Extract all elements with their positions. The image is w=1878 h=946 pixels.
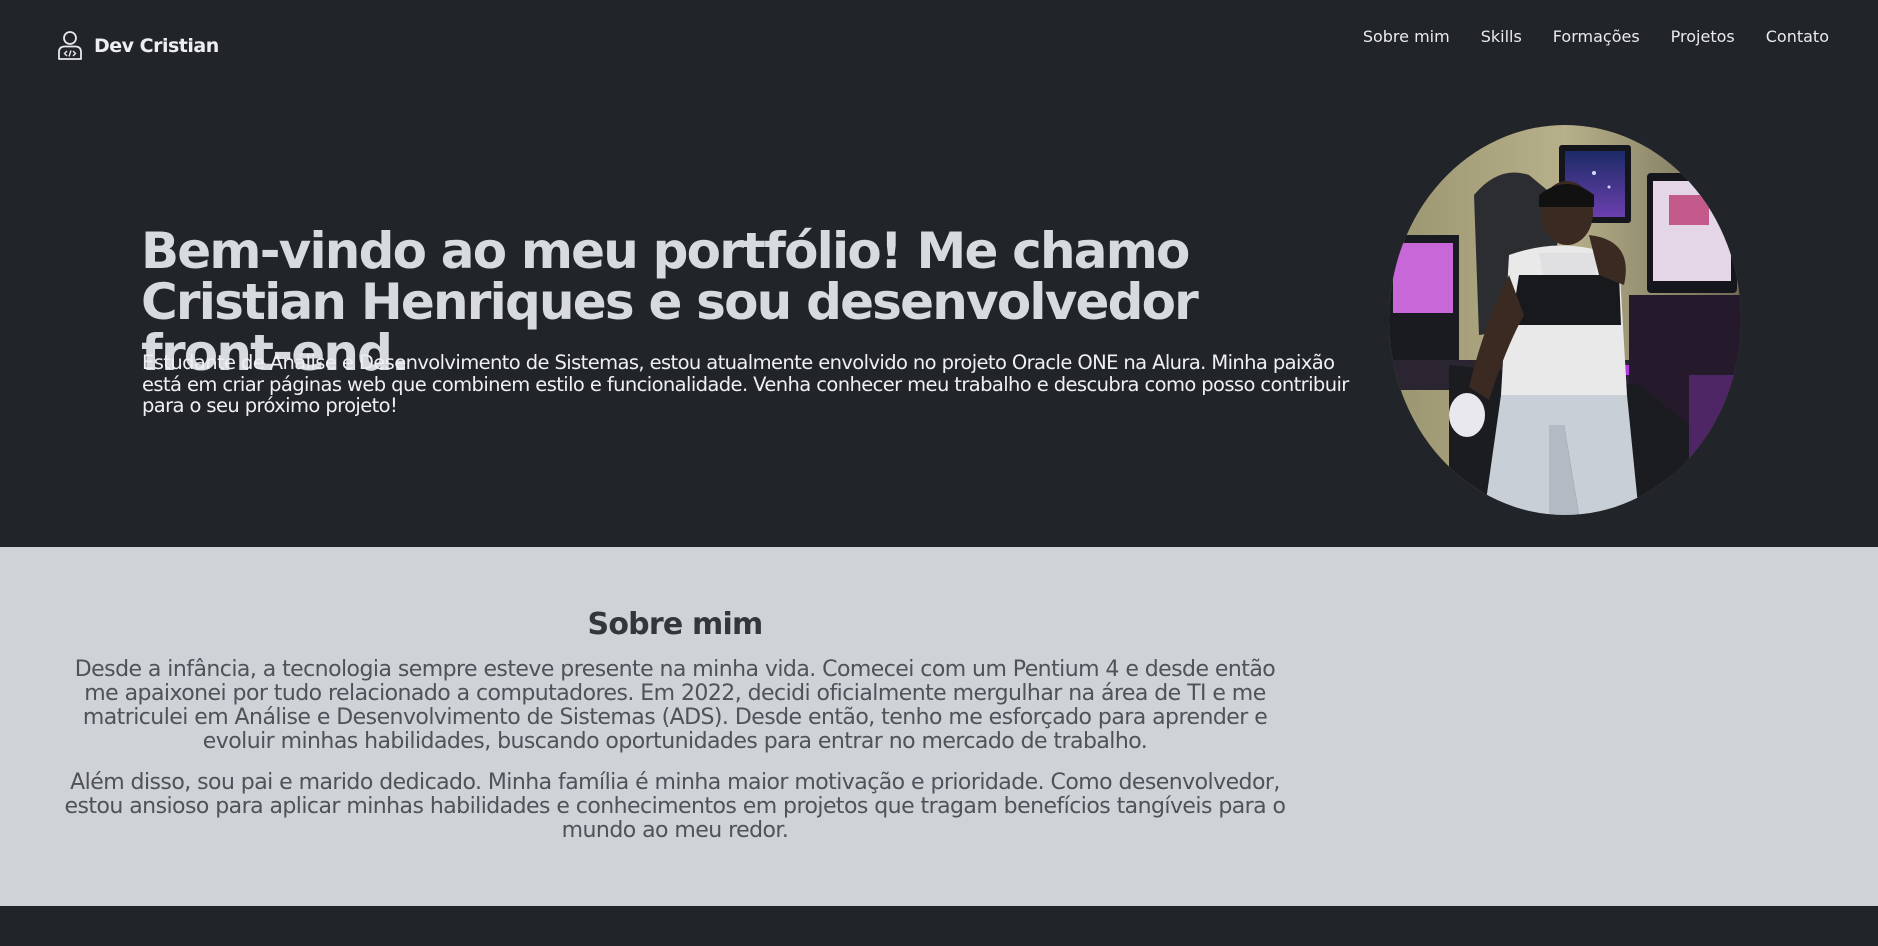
profile-photo xyxy=(1389,125,1741,515)
brand-name: Dev Cristian xyxy=(94,35,219,57)
site-header: Dev Cristian Sobre mim Skills Formações … xyxy=(0,0,1878,90)
main-nav: Sobre mim Skills Formações Projetos Cont… xyxy=(1332,26,1829,48)
next-section-top xyxy=(0,906,1878,946)
profile-photo-illustration xyxy=(1389,125,1741,515)
nav-contato[interactable]: Contato xyxy=(1766,26,1829,48)
about-title: Sobre mim xyxy=(587,607,764,642)
nav-skills[interactable]: Skills xyxy=(1481,26,1522,48)
brand-link[interactable]: Dev Cristian xyxy=(56,30,219,62)
about-paragraph-1: Desde a infância, a tecnologia sempre es… xyxy=(74,657,1276,754)
about-paragraph-2: Além disso, sou pai e marido dedicado. M… xyxy=(64,770,1286,843)
nav-projetos[interactable]: Projetos xyxy=(1671,26,1735,48)
nav-formacoes[interactable]: Formações xyxy=(1553,26,1640,48)
hero-description: Estudante de Análise e Desenvolvimento d… xyxy=(142,351,1349,417)
hero-section: Bem-vindo ao meu portfólio! Me chamo Cri… xyxy=(0,90,1878,547)
developer-user-icon xyxy=(58,31,82,60)
about-section: Sobre mim Desde a infância, a tecnologia… xyxy=(0,547,1878,906)
nav-sobre-mim[interactable]: Sobre mim xyxy=(1363,26,1450,48)
